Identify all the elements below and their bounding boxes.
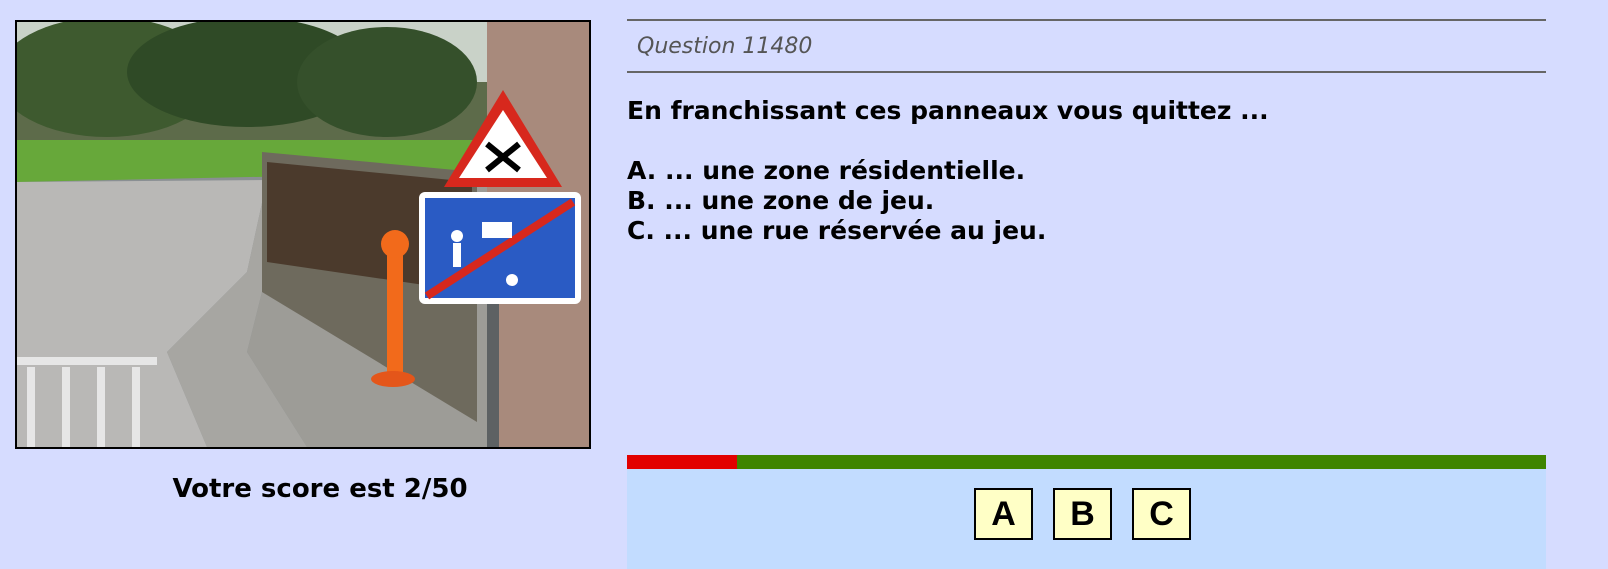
timer-elapsed-fill	[627, 455, 738, 469]
choice-b-text: B. ... une zone de jeu.	[627, 186, 935, 215]
choice-a-text: A. ... une zone résidentielle.	[627, 156, 1026, 185]
question-header: Question 11480	[627, 19, 1546, 73]
answer-panel: A B C	[627, 469, 1546, 569]
question-photo	[15, 20, 591, 449]
timer-progress-bar	[627, 455, 1546, 469]
answer-a-button[interactable]: A	[974, 488, 1033, 540]
quiz-page: Votre score est 2/50 Question 11480 En f…	[0, 0, 1608, 569]
answer-b-button[interactable]: B	[1053, 488, 1112, 540]
answer-c-button[interactable]: C	[1132, 488, 1191, 540]
score-label: Votre score est 2/50	[172, 474, 468, 504]
question-text: En franchissant ces panneaux vous quitte…	[627, 96, 1269, 125]
question-number: Question 11480	[637, 34, 813, 59]
answer-buttons-group: A B C	[974, 488, 1191, 540]
choice-c-text: C. ... une rue réservée au jeu.	[627, 216, 1047, 245]
answer-choices-list: A. ... une zone résidentielle. B. ... un…	[627, 156, 1046, 246]
